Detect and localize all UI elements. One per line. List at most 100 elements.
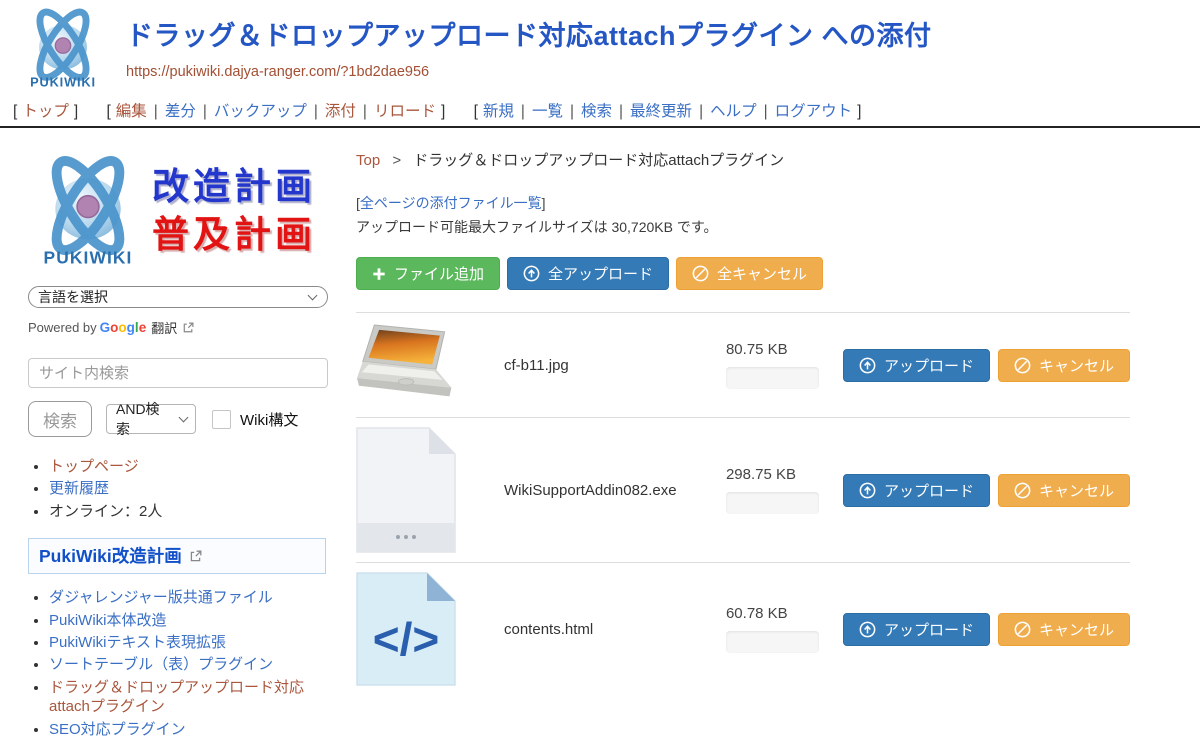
language-select[interactable]: 言語を選択	[28, 286, 328, 308]
nav-group-top: [トップ]	[8, 103, 83, 120]
sidebar-list-top: トップページ 更新履歴 オンライン：2人	[49, 457, 341, 521]
file-name: contents.html	[504, 621, 726, 638]
sidebar-list-plugins: ダジャレンジャー版共通ファイル PukiWiki本体改造 PukiWikiテキス…	[49, 588, 341, 739]
and-search-select[interactable]: AND検索	[106, 404, 196, 434]
list-item: オンライン：2人	[49, 502, 341, 522]
sidebar-banner[interactable]: PUKIWIKI 改造計画 普及計画	[28, 150, 348, 272]
google-translate-attribution: Powered by Google 翻訳	[28, 318, 348, 337]
external-link-icon	[190, 550, 202, 562]
cancel-all-button[interactable]: 全キャンセル	[676, 257, 823, 290]
svg-text:PUKIWIKI: PUKIWIKI	[44, 247, 133, 267]
cancel-button[interactable]: キャンセル	[998, 349, 1130, 382]
svg-text:</>: </>	[373, 613, 440, 665]
ban-circle-icon	[1014, 482, 1031, 499]
breadcrumb-home-link[interactable]: Top	[356, 152, 380, 169]
sidebar-link-core-mods[interactable]: PukiWiki本体改造	[49, 612, 167, 629]
ban-circle-icon	[692, 265, 709, 282]
list-item: トップページ	[49, 457, 341, 477]
nav-item-attach[interactable]: 添付	[325, 103, 356, 120]
search-button[interactable]: 検索	[28, 401, 92, 437]
file-size: 298.75 KB	[726, 466, 838, 483]
laptop-photo-thumbnail	[356, 324, 462, 406]
breadcrumb-current: ドラッグ＆ドロップアップロード対応attachプラグイン	[413, 152, 784, 169]
sidebar: PUKIWIKI 改造計画 普及計画 言語を選択 Powered by Goog…	[0, 128, 348, 742]
wiki-syntax-label: Wiki構文	[240, 409, 298, 430]
ban-circle-icon	[1014, 621, 1031, 638]
upload-file-list: cf-b11.jpg 80.75 KB アップロード キャンセル	[356, 312, 1130, 695]
plus-icon	[372, 267, 386, 281]
chevron-down-icon	[308, 291, 318, 301]
upload-toolbar: ファイル追加 全アップロード 全キャンセル	[356, 257, 1130, 290]
nav-item-backup[interactable]: バックアップ	[214, 103, 307, 120]
sidebar-link-recent-changes[interactable]: 更新履歴	[49, 480, 109, 497]
nav-item-help[interactable]: ヘルプ	[710, 103, 757, 120]
nav-item-list[interactable]: 一覧	[532, 103, 563, 120]
nav-item-recent[interactable]: 最終更新	[630, 103, 692, 120]
arrow-up-circle-icon	[859, 482, 876, 499]
nav-item-logout[interactable]: ログアウト	[775, 103, 853, 120]
sidebar-link-text-ext[interactable]: PukiWikiテキスト表現拡張	[49, 634, 226, 651]
online-count: オンライン：2人	[49, 503, 162, 520]
upload-progress-bar	[726, 631, 819, 653]
file-name: WikiSupportAddin082.exe	[504, 482, 726, 499]
page-url[interactable]: https://pukiwiki.dajya-ranger.com/?1bd2d…	[126, 64, 1200, 80]
translate-link[interactable]: 翻訳	[151, 318, 177, 337]
nav-group-page: [編集|差分|バックアップ|添付|リロード]	[101, 103, 450, 120]
file-size: 80.75 KB	[726, 341, 838, 358]
max-upload-size-text: アップロード可能最大ファイルサイズは 30,720KB です。	[356, 217, 1130, 237]
cancel-button[interactable]: キャンセル	[998, 613, 1130, 646]
upload-button[interactable]: アップロード	[843, 349, 990, 382]
search-controls: 検索 AND検索 Wiki構文	[28, 401, 348, 437]
pukiwiki-logo[interactable]: PUKIWIKI	[16, 4, 110, 99]
sidebar-link-seo-plugin[interactable]: SEO対応プラグイン	[49, 721, 186, 738]
nav-item-edit[interactable]: 編集	[116, 103, 147, 120]
svg-text:PUKIWIKI: PUKIWIKI	[30, 75, 96, 90]
sidebar-link-sort-table[interactable]: ソートテーブル（表）プラグイン	[49, 656, 273, 673]
all-pages-attach-list-link[interactable]: 全ページの添付ファイル一覧	[360, 195, 542, 211]
google-logo: Google	[100, 320, 147, 335]
ban-circle-icon	[1014, 357, 1031, 374]
nav-item-new[interactable]: 新規	[483, 103, 514, 120]
page-title: ドラッグ＆ドロップアップロード対応attachプラグイン への添付	[126, 14, 1200, 53]
site-search-input[interactable]	[28, 358, 328, 388]
arrow-up-circle-icon	[859, 621, 876, 638]
upload-all-button[interactable]: 全アップロード	[507, 257, 669, 290]
sidebar-link-dnd-attach[interactable]: ドラッグ＆ドロップアップロード対応attachプラグイン	[49, 679, 304, 716]
banner-kaizo-text: 改造計画	[152, 163, 316, 211]
attach-file-list-line: [全ページの添付ファイル一覧]	[356, 193, 1130, 213]
nav-item-diff[interactable]: 差分	[165, 103, 196, 120]
html-code-file-icon: </>	[356, 572, 456, 686]
external-link-icon	[183, 322, 194, 333]
breadcrumb: Top > ドラッグ＆ドロップアップロード対応attachプラグイン	[356, 149, 1130, 170]
sidebar-link-common-files[interactable]: ダジャレンジャー版共通ファイル	[49, 589, 273, 606]
wiki-syntax-checkbox[interactable]	[212, 410, 231, 429]
file-size: 60.78 KB	[726, 605, 838, 622]
file-row: </> contents.html 60.78 KB アップロード キャンセル	[356, 562, 1130, 695]
upload-button[interactable]: アップロード	[843, 613, 990, 646]
atom-logo-icon: PUKIWIKI	[28, 150, 148, 272]
add-file-button[interactable]: ファイル追加	[356, 257, 500, 290]
file-name: cf-b11.jpg	[504, 357, 726, 374]
file-row: WikiSupportAddin082.exe 298.75 KB アップロード…	[356, 417, 1130, 562]
nav-item-search[interactable]: 検索	[581, 103, 612, 120]
nav-item-reload[interactable]: リロード	[374, 103, 436, 120]
cancel-button[interactable]: キャンセル	[998, 474, 1130, 507]
sidebar-section-header[interactable]: PukiWiki改造計画	[28, 538, 326, 574]
upload-button[interactable]: アップロード	[843, 474, 990, 507]
list-item: ドラッグ＆ドロップアップロード対応attachプラグイン	[49, 678, 341, 718]
main-content: Top > ドラッグ＆ドロップアップロード対応attachプラグイン [全ページ…	[348, 128, 1200, 695]
arrow-up-circle-icon	[523, 265, 540, 282]
nav-item-top[interactable]: トップ	[22, 103, 69, 120]
sidebar-link-top-page[interactable]: トップページ	[49, 458, 139, 475]
banner-fukyu-text: 普及計画	[152, 211, 316, 259]
list-item: PukiWiki本体改造	[49, 611, 341, 631]
upload-progress-bar	[726, 492, 819, 514]
list-item: PukiWikiテキスト表現拡張	[49, 633, 341, 653]
atom-logo-icon: PUKIWIKI	[16, 4, 110, 94]
nav-group-site: [新規|一覧|検索|最終更新|ヘルプ|ログアウト]	[469, 103, 867, 120]
list-item: 更新履歴	[49, 479, 341, 499]
chevron-down-icon	[179, 413, 189, 423]
top-navigation: [トップ] [編集|差分|バックアップ|添付|リロード] [新規|一覧|検索|最…	[0, 97, 1200, 126]
list-item: SEO対応プラグイン	[49, 720, 341, 740]
list-item: ダジャレンジャー版共通ファイル	[49, 588, 341, 608]
